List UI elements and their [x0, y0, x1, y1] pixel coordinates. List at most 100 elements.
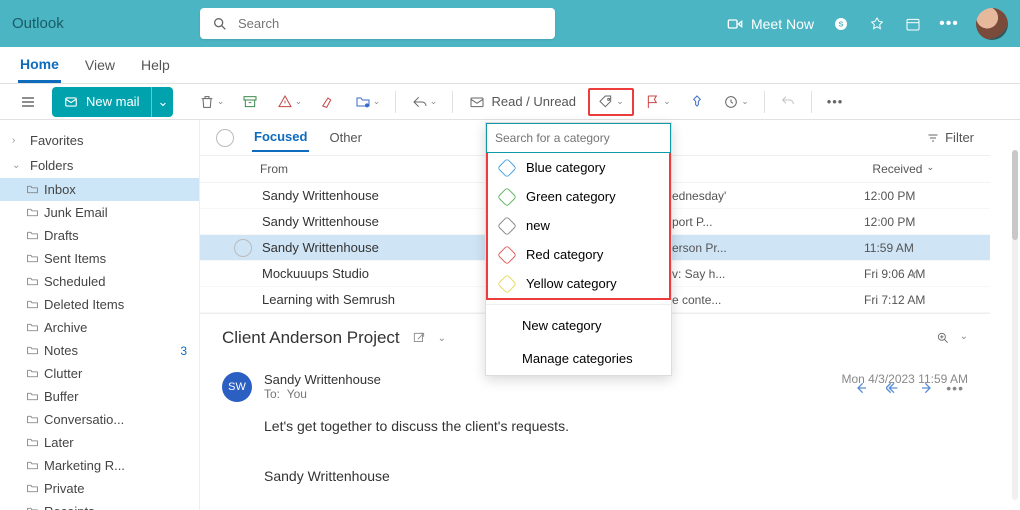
new-mail-chevron[interactable]: ⌄ — [151, 87, 173, 117]
meet-now-button[interactable]: Meet Now — [727, 16, 814, 32]
popout-icon[interactable] — [412, 331, 426, 345]
to-label: To: — [264, 387, 280, 401]
folder-item[interactable]: Sent Items — [0, 247, 199, 270]
meet-now-label: Meet Now — [751, 16, 814, 32]
sweep-button[interactable] — [313, 88, 343, 116]
folder-item[interactable]: Later — [0, 431, 199, 454]
folder-item[interactable]: Deleted Items — [0, 293, 199, 316]
search-input[interactable] — [238, 16, 543, 31]
tab-home[interactable]: Home — [18, 48, 61, 83]
scrollbar-thumb[interactable] — [1012, 150, 1018, 240]
category-color-icon — [497, 245, 517, 265]
row-from: Learning with Semrush — [262, 292, 472, 307]
row-time: Fri 7:12 AM — [864, 293, 974, 307]
move-button[interactable]: ⌄ — [347, 88, 387, 116]
category-item[interactable]: Green category — [488, 182, 669, 211]
reply-button[interactable]: ⌄ — [404, 88, 444, 116]
category-color-icon — [497, 274, 517, 294]
folder-icon — [26, 275, 40, 288]
received-column[interactable]: Received⌄ — [872, 162, 934, 176]
categorize-button[interactable]: ⌄ — [588, 88, 634, 116]
select-all-checkbox[interactable] — [216, 129, 234, 147]
folder-icon — [26, 367, 40, 380]
favorites-header[interactable]: ›Favorites — [0, 128, 199, 153]
folder-item[interactable]: Junk Email — [0, 201, 199, 224]
reading-subject: Client Anderson Project — [222, 328, 400, 348]
forward-icon[interactable] — [916, 380, 932, 396]
folder-item[interactable]: Conversatio... — [0, 408, 199, 431]
zoom-chevron[interactable]: ⌄ — [960, 331, 968, 345]
folder-icon — [26, 229, 40, 242]
undo-button[interactable] — [773, 88, 803, 116]
reply-icon[interactable] — [856, 380, 872, 396]
delete-button[interactable]: ⌄ — [191, 88, 231, 116]
folder-item[interactable]: Inbox — [0, 178, 199, 201]
skype-icon[interactable]: S — [832, 15, 850, 33]
folder-icon — [26, 436, 40, 449]
folders-header[interactable]: ⌄Folders — [0, 153, 199, 178]
folder-label: Deleted Items — [44, 297, 124, 312]
folder-label: Notes — [44, 343, 78, 358]
more-ribbon-button[interactable]: ••• — [820, 88, 850, 116]
archive-button[interactable] — [235, 88, 265, 116]
folder-item[interactable]: Buffer — [0, 385, 199, 408]
report-button[interactable]: ⌄ — [269, 88, 309, 116]
folder-item[interactable]: Drafts — [0, 224, 199, 247]
manage-categories-item[interactable]: Manage categories — [486, 342, 671, 375]
nav-tabs: Home View Help — [0, 47, 1020, 84]
folder-count: 3 — [180, 344, 187, 358]
folder-icon — [26, 459, 40, 472]
focused-tab[interactable]: Focused — [252, 123, 309, 152]
folder-item[interactable]: Private — [0, 477, 199, 500]
calendar-icon[interactable] — [904, 15, 922, 33]
category-search-input[interactable] — [495, 131, 662, 145]
row-from: Sandy Writtenhouse — [262, 188, 472, 203]
video-icon — [727, 16, 743, 32]
reading-more-icon[interactable]: ••• — [946, 380, 964, 396]
folder-item[interactable]: Archive — [0, 316, 199, 339]
more-icon[interactable]: ••• — [940, 15, 958, 33]
category-item[interactable]: Red category — [488, 240, 669, 269]
category-item[interactable]: new — [488, 211, 669, 240]
tab-help[interactable]: Help — [139, 49, 172, 81]
folder-item[interactable]: Clutter — [0, 362, 199, 385]
tab-view[interactable]: View — [83, 49, 117, 81]
folder-label: Junk Email — [44, 205, 108, 220]
folder-label: Conversatio... — [44, 412, 124, 427]
other-tab[interactable]: Other — [327, 124, 364, 151]
zoom-icon[interactable] — [936, 331, 950, 345]
pin-button[interactable] — [682, 88, 712, 116]
category-item[interactable]: Yellow category — [488, 269, 669, 298]
flag-button[interactable]: ⌄ — [638, 88, 678, 116]
row-from: Sandy Writtenhouse — [262, 240, 472, 255]
snooze-button[interactable]: ⌄ — [716, 88, 756, 116]
folder-item[interactable]: Receipts — [0, 500, 199, 510]
folder-label: Clutter — [44, 366, 82, 381]
hamburger-icon[interactable] — [14, 88, 42, 116]
folder-item[interactable]: Marketing R... — [0, 454, 199, 477]
reply-all-icon[interactable] — [886, 380, 902, 396]
scrollbar[interactable] — [1012, 150, 1018, 500]
category-search[interactable] — [486, 123, 671, 153]
premium-icon[interactable] — [868, 15, 886, 33]
folder-icon — [26, 321, 40, 334]
folder-icon — [26, 482, 40, 495]
read-unread-button[interactable]: Read / Unread — [461, 88, 584, 116]
done-icon: ✓ — [909, 266, 920, 282]
user-avatar[interactable] — [976, 8, 1008, 40]
filter-button[interactable]: Filter — [927, 130, 974, 145]
folder-label: Later — [44, 435, 74, 450]
folder-pane: ›Favorites ⌄Folders Inbox Junk Email Draft… — [0, 120, 200, 510]
reading-chevron[interactable]: ⌄ — [438, 333, 446, 344]
folder-icon — [26, 413, 40, 426]
new-category-item[interactable]: New category — [486, 309, 671, 342]
category-item[interactable]: Blue category — [488, 153, 669, 182]
reading-actions: ••• — [856, 380, 964, 396]
folder-item[interactable]: Notes 3 — [0, 339, 199, 362]
row-checkbox[interactable] — [234, 239, 252, 257]
global-search[interactable] — [200, 8, 555, 39]
folder-icon — [26, 505, 40, 510]
folder-item[interactable]: Scheduled — [0, 270, 199, 293]
folder-label: Buffer — [44, 389, 78, 404]
new-mail-button[interactable]: New mail — [52, 87, 151, 117]
